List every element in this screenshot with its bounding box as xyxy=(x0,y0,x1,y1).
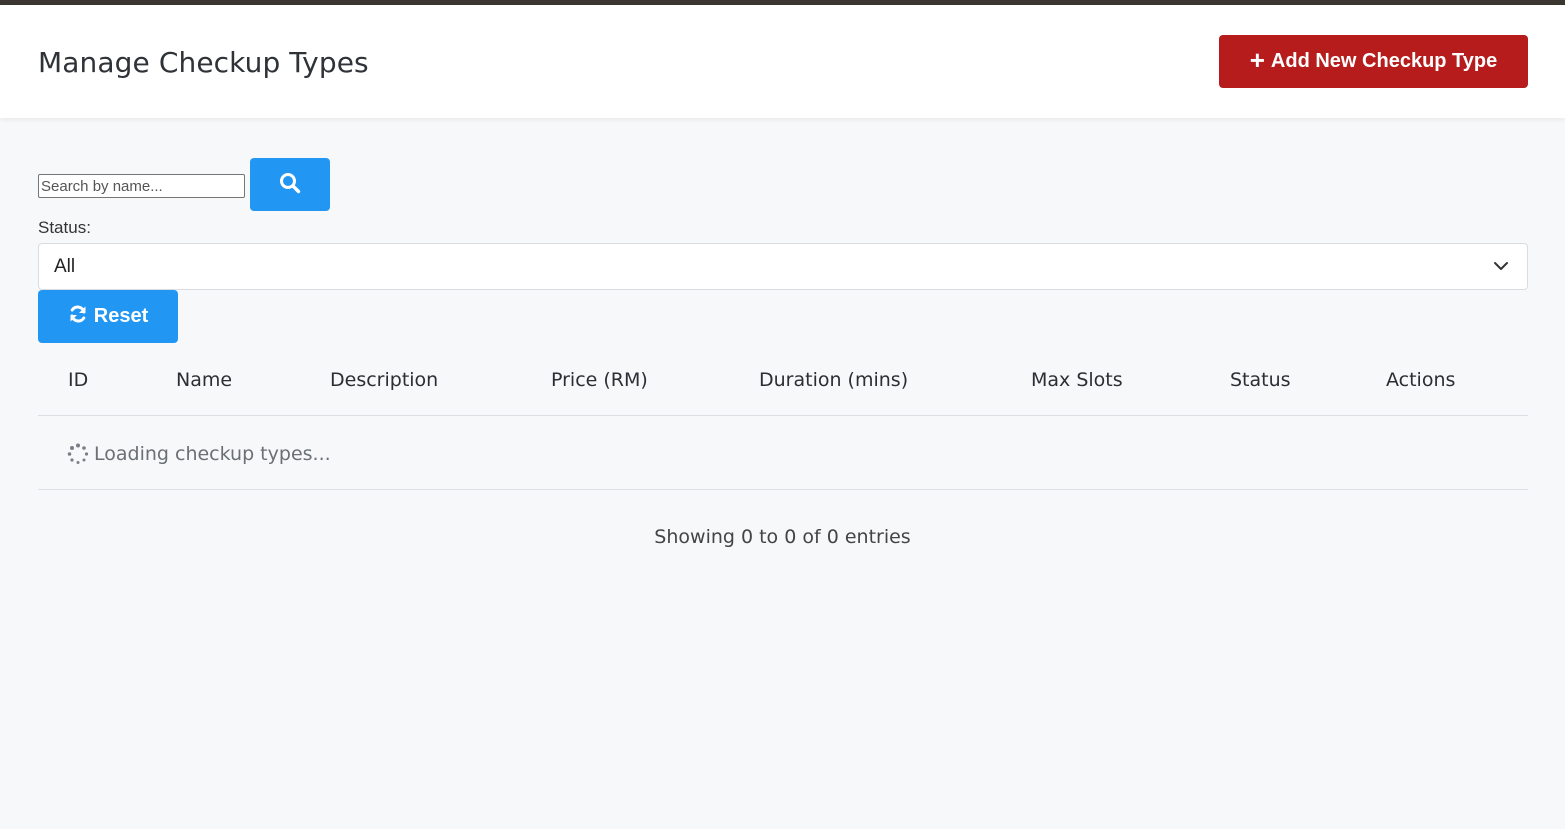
plus-icon: + xyxy=(1249,45,1265,75)
status-filter-label: Status: xyxy=(38,218,91,237)
add-new-checkup-type-button[interactable]: + Add New Checkup Type xyxy=(1219,35,1528,88)
loading-text: Loading checkup types... xyxy=(94,443,331,465)
search-button[interactable] xyxy=(250,158,330,211)
column-header-actions: Actions xyxy=(1386,369,1456,391)
reset-button[interactable]: Reset xyxy=(38,290,178,343)
loading-row: Loading checkup types... xyxy=(38,416,1528,490)
table-header-row: ID Name Description Price (RM) Duration … xyxy=(38,343,1528,416)
column-header-max-slots: Max Slots xyxy=(1031,369,1123,391)
status-select[interactable]: All xyxy=(38,243,1528,290)
status-select-value: All xyxy=(54,255,76,277)
column-header-description: Description xyxy=(330,369,439,391)
column-header-duration: Duration (mins) xyxy=(759,369,909,391)
page-header: Manage Checkup Types + Add New Checkup T… xyxy=(0,5,1565,118)
page-title: Manage Checkup Types xyxy=(38,46,369,79)
spinner-icon xyxy=(67,443,89,469)
column-header-status: Status xyxy=(1230,369,1291,391)
column-header-price: Price (RM) xyxy=(551,369,648,391)
chevron-down-icon xyxy=(1493,258,1509,280)
column-header-name: Name xyxy=(176,369,233,391)
refresh-icon xyxy=(68,304,88,330)
column-header-id: ID xyxy=(68,369,89,391)
search-icon xyxy=(279,172,301,197)
reset-button-label: Reset xyxy=(93,305,149,327)
search-input[interactable] xyxy=(38,174,245,198)
add-button-label: Add New Checkup Type xyxy=(1270,50,1498,72)
pagination-info: Showing 0 to 0 of 0 entries xyxy=(654,526,911,548)
